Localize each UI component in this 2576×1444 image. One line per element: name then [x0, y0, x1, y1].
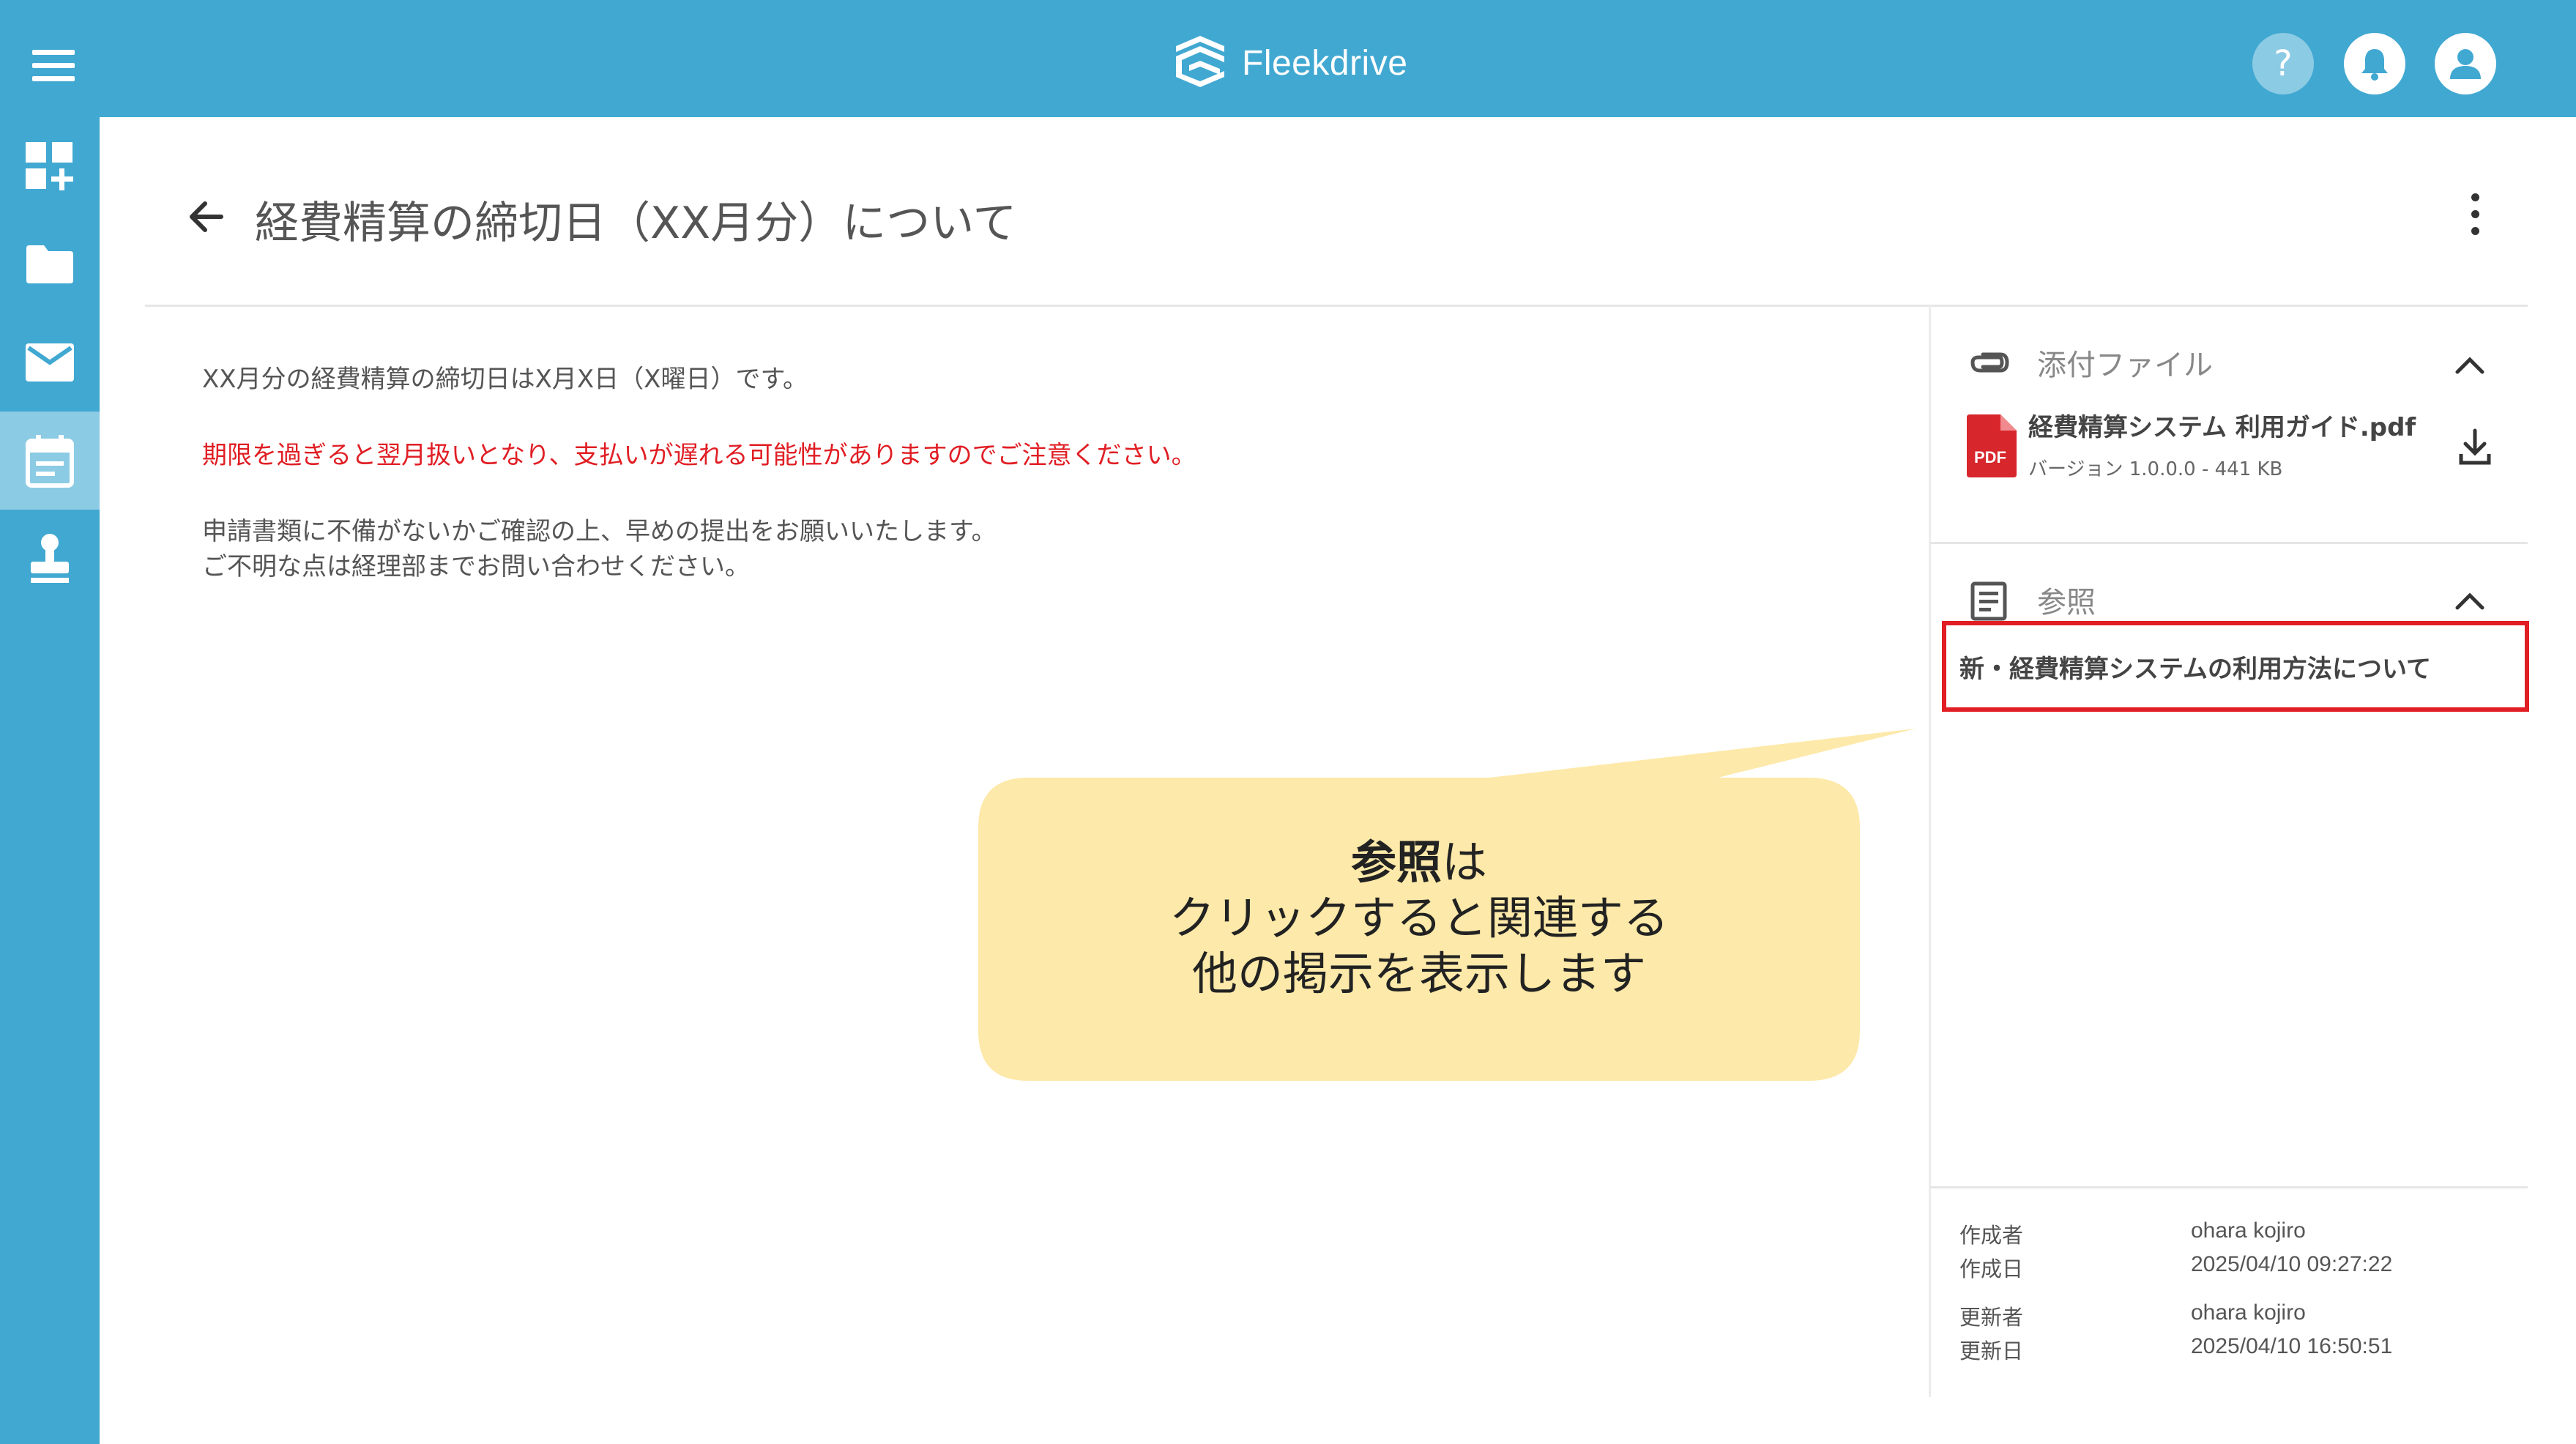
top-bar: Fleekdrive ?: [0, 0, 2576, 117]
updated-at-label: 更新日: [1959, 1339, 2024, 1363]
created-at-label: 作成日: [1959, 1257, 2024, 1281]
sidebar-item-dashboard[interactable]: [0, 117, 100, 215]
references-title: 参照: [2037, 586, 2096, 619]
updated-by-value: ohara kojiro: [2191, 1300, 2306, 1325]
body-line-1: XX月分の経費精算の締切日はX月X日（X曜日）です。: [202, 365, 808, 394]
updated-at-value: 2025/04/10 16:50:51: [2191, 1334, 2393, 1358]
more-options-icon[interactable]: [2460, 189, 2490, 240]
logo-text: Fleekdrive: [1242, 43, 1408, 83]
panel-divider: [1929, 306, 1931, 1397]
logo: Fleekdrive: [1172, 33, 1407, 93]
attachments-title: 添付ファイル: [2037, 349, 2213, 382]
menu-icon[interactable]: [32, 48, 78, 83]
help-icon[interactable]: ?: [2252, 33, 2314, 94]
sidebar-item-folder[interactable]: [0, 215, 100, 313]
created-by-label: 作成者: [1959, 1223, 2024, 1248]
paperclip-icon: [1970, 352, 2009, 373]
callout-suffix: は: [1442, 835, 1488, 889]
callout-text: 参照は クリックすると関連する 他の掲示を表示します: [978, 835, 1860, 1002]
fleekdrive-logo-icon: [1176, 36, 1224, 87]
page-title: 経費精算の締切日（XX月分）について: [255, 198, 1017, 249]
header-divider: [145, 305, 2528, 307]
body-line-4: ご不明な点は経理部までお問い合わせください。: [202, 552, 750, 581]
created-at-value: 2025/04/10 09:27:22: [2191, 1252, 2393, 1276]
download-icon[interactable]: [2457, 428, 2493, 467]
body-line-3: 申請書類に不備がないかご確認の上、早めの提出をお願いいたします。: [202, 517, 997, 546]
callout-bold: 参照: [1350, 835, 1442, 889]
reference-link[interactable]: 新・経費精算システムの利用方法について: [1959, 649, 2431, 685]
created-by-value: ohara kojiro: [2191, 1218, 2306, 1243]
attachment-file-name[interactable]: 経費精算システム 利用ガイド.pdf: [2028, 407, 2416, 443]
back-arrow-icon[interactable]: [186, 196, 227, 237]
stamp-icon: [31, 534, 69, 583]
attachments-collapse-chevron-up-icon[interactable]: [2453, 354, 2487, 376]
reference-icon: [1970, 581, 2007, 621]
sidebar-item-mail[interactable]: [0, 313, 100, 412]
attachments-divider: [1930, 542, 2528, 544]
user-glyph-icon: [2450, 49, 2481, 79]
references-collapse-chevron-up-icon[interactable]: [2453, 590, 2487, 612]
folder-icon: [26, 245, 73, 283]
attachment-file-meta: バージョン 1.0.0.0 - 441 KB: [2028, 458, 2283, 480]
main-content: 経費精算の締切日（XX月分）について XX月分の経費精算の締切日はX月X日（X曜…: [100, 117, 2576, 1444]
updated-by-label: 更新者: [1959, 1305, 2024, 1330]
meta-divider: [1930, 1186, 2528, 1188]
pdf-label: PDF: [1974, 448, 2006, 466]
bell-icon[interactable]: [2344, 33, 2405, 94]
app-window: Fleekdrive ? 経費精算の締切日（XX月分）について XX月分の経費精…: [0, 0, 2576, 1444]
bell-glyph-icon: [2361, 49, 2388, 81]
callout-line-3: 他の掲示を表示します: [1191, 947, 1646, 1000]
sidebar-item-bulletin[interactable]: [0, 412, 100, 510]
callout-line-2: クリックすると関連する: [1169, 891, 1669, 945]
pdf-file-icon: PDF: [1967, 414, 2017, 477]
user-avatar-icon[interactable]: [2435, 33, 2496, 94]
dashboard-add-icon: [26, 142, 73, 190]
sidebar: [0, 117, 100, 1444]
help-glyph: ?: [2274, 43, 2293, 84]
body-warning: 期限を過ぎると翌月扱いとなり、支払いが遅れる可能性がありますのでご注意ください。: [202, 441, 1196, 470]
mail-icon: [26, 343, 74, 382]
sidebar-item-approval[interactable]: [0, 510, 100, 608]
calendar-icon: [26, 435, 74, 488]
